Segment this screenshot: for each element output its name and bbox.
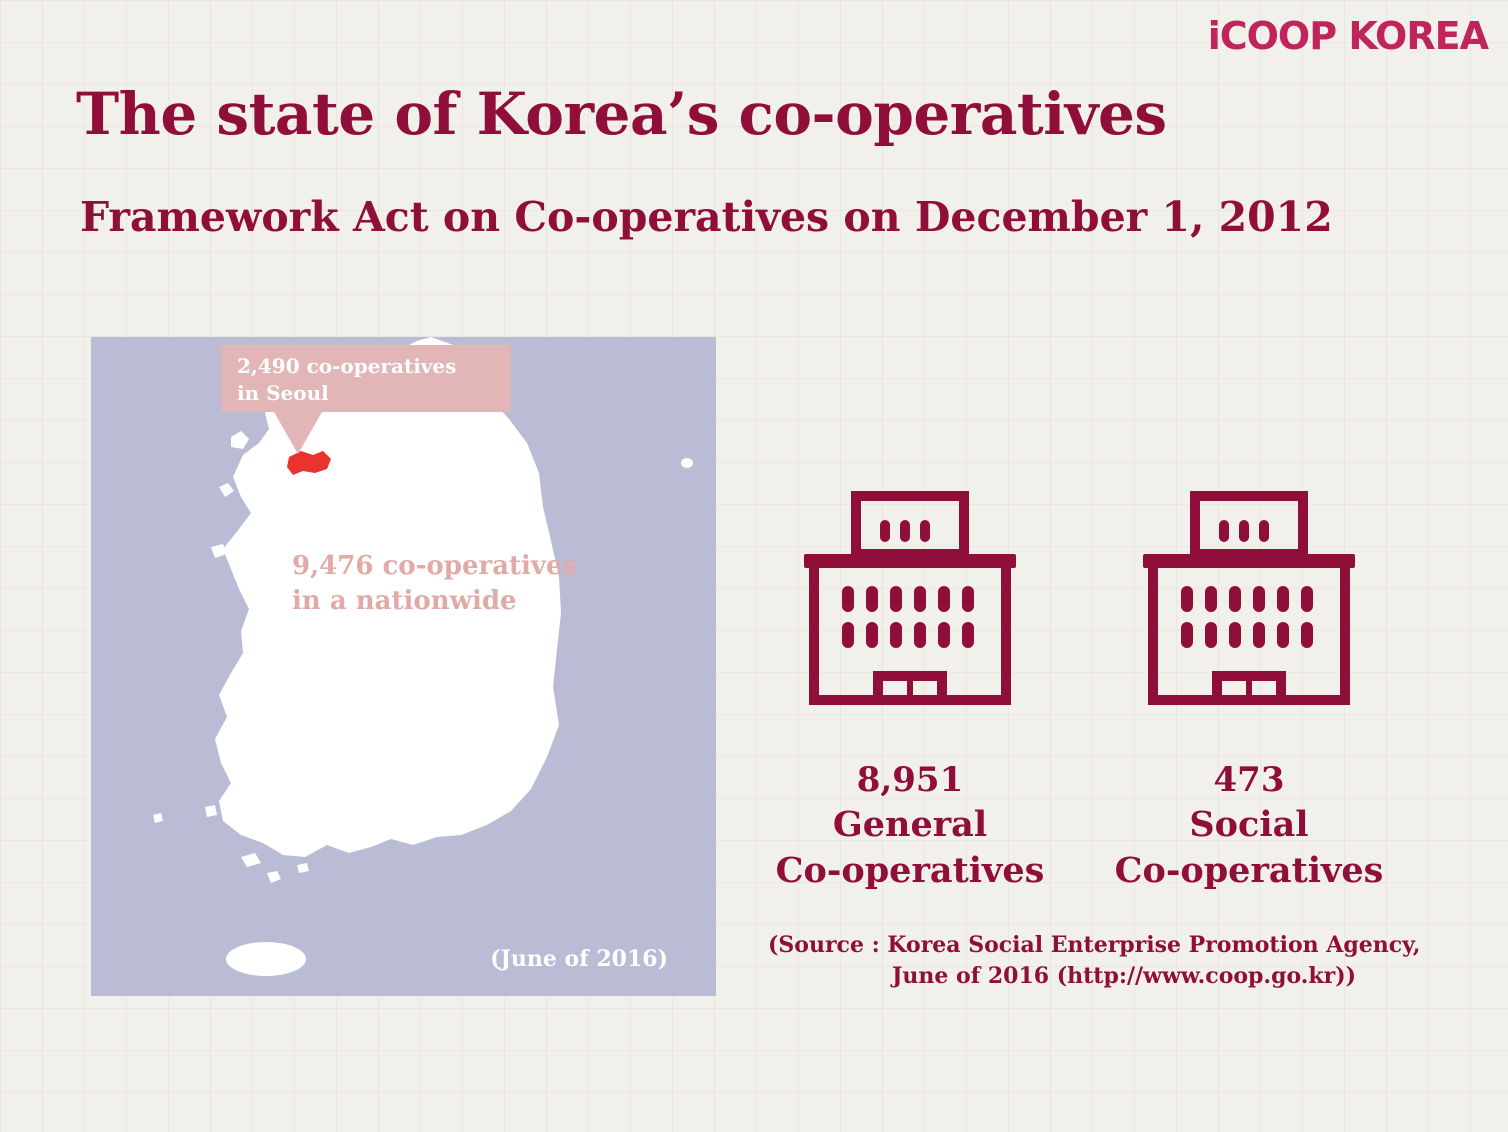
korea-map: 2,490 co-operatives in Seoul 9,476 co-op… (91, 337, 716, 996)
building-icon (1143, 491, 1355, 705)
island-shape (681, 458, 693, 468)
island-shape (241, 853, 261, 867)
page-title: The state of Korea’s co-operatives (76, 80, 1167, 148)
source-line-2: June of 2016 (http://www.coop.go.kr)) (892, 963, 1357, 989)
island-shape (153, 813, 163, 823)
source-line-1: (Source : Korea Social Enterprise Promot… (768, 932, 1421, 958)
general-coop-label-2: Co-operatives (775, 850, 1045, 891)
nationwide-label: 9,476 co-operatives in a nationwide (292, 549, 577, 619)
south-korea-map-shape (153, 337, 693, 976)
page-subtitle: Framework Act on Co-operatives on Decemb… (80, 193, 1333, 241)
social-coop-count: 473 (1213, 760, 1285, 800)
callout-line-2: in Seoul (237, 381, 329, 405)
callout-line-1: 2,490 co-operatives (237, 354, 457, 378)
callout-pointer (274, 412, 322, 454)
nationwide-line-2: in a nationwide (292, 586, 517, 616)
nationwide-line-1: 9,476 co-operatives (292, 551, 578, 581)
island-shape (205, 805, 217, 817)
general-coop-label-1: General (832, 804, 988, 845)
general-coop-count: 8,951 (856, 760, 964, 800)
icoop-korea-logo: iCOOP KOREA (1207, 14, 1489, 58)
building-icon (804, 491, 1016, 705)
general-coop-stat: 8,951 General Co-operatives (740, 490, 1080, 894)
seoul-callout: 2,490 co-operatives in Seoul (221, 345, 511, 412)
island-shape (219, 483, 234, 497)
map-date-label: (June of 2016) (490, 946, 668, 972)
social-coop-stat: 473 Social Co-operatives (1079, 490, 1419, 894)
island-shape (231, 431, 249, 449)
island-shape (297, 863, 309, 873)
jeju-island-shape (226, 942, 306, 976)
island-shape (267, 871, 281, 883)
social-coop-label-1: Social (1189, 804, 1309, 845)
island-shape (211, 544, 227, 558)
source-citation: (Source : Korea Social Enterprise Promot… (768, 930, 1468, 992)
social-coop-label-2: Co-operatives (1114, 850, 1384, 891)
